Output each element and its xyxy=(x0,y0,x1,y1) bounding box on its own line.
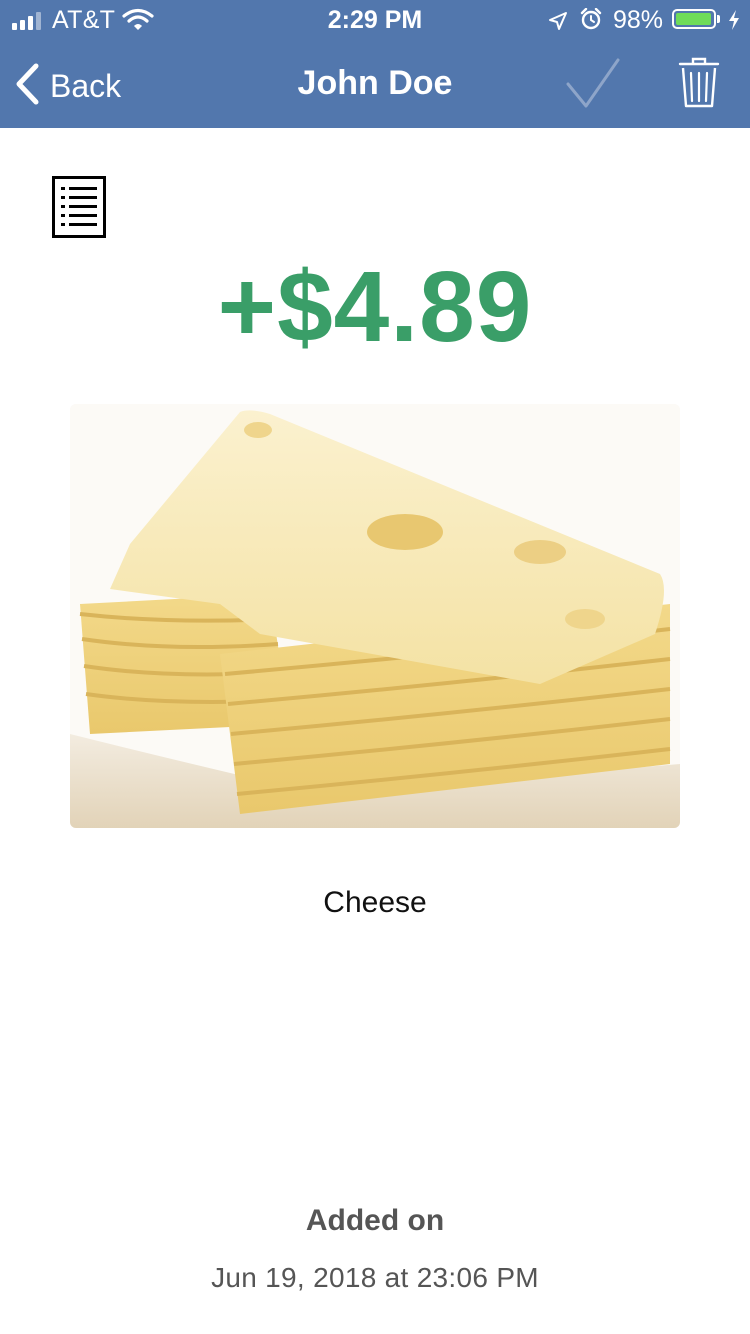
cheese-image xyxy=(70,404,680,828)
delete-button[interactable] xyxy=(678,56,720,115)
battery-icon xyxy=(672,9,716,29)
checkmark-icon xyxy=(564,58,622,114)
charging-bolt-icon xyxy=(727,9,741,38)
added-on-label: Added on xyxy=(305,1204,445,1237)
top-bar: AT&T 2:29 PM 98% Back John Doe xyxy=(0,0,750,128)
item-name: Cheese xyxy=(323,886,427,919)
item-photo xyxy=(70,404,680,828)
list-icon xyxy=(52,176,106,242)
battery-level xyxy=(676,13,712,25)
trash-icon xyxy=(678,57,720,114)
transaction-amount: +$4.89 xyxy=(217,251,533,363)
page-title: John Doe xyxy=(297,64,453,102)
added-on-date: Jun 19, 2018 at 23:06 PM xyxy=(211,1262,539,1293)
status-bar: AT&T 2:29 PM 98% xyxy=(0,0,750,40)
battery-tip xyxy=(717,15,720,23)
battery-percent: 98% xyxy=(613,6,664,34)
navigation-bar: Back John Doe xyxy=(0,40,750,128)
confirm-button[interactable] xyxy=(564,58,622,115)
location-arrow-icon xyxy=(548,10,568,38)
alarm-clock-icon xyxy=(580,7,602,37)
screen: AT&T 2:29 PM 98% Back John Doe +$4.89 Ch… xyxy=(0,0,750,1334)
details-list-button[interactable] xyxy=(52,176,106,238)
